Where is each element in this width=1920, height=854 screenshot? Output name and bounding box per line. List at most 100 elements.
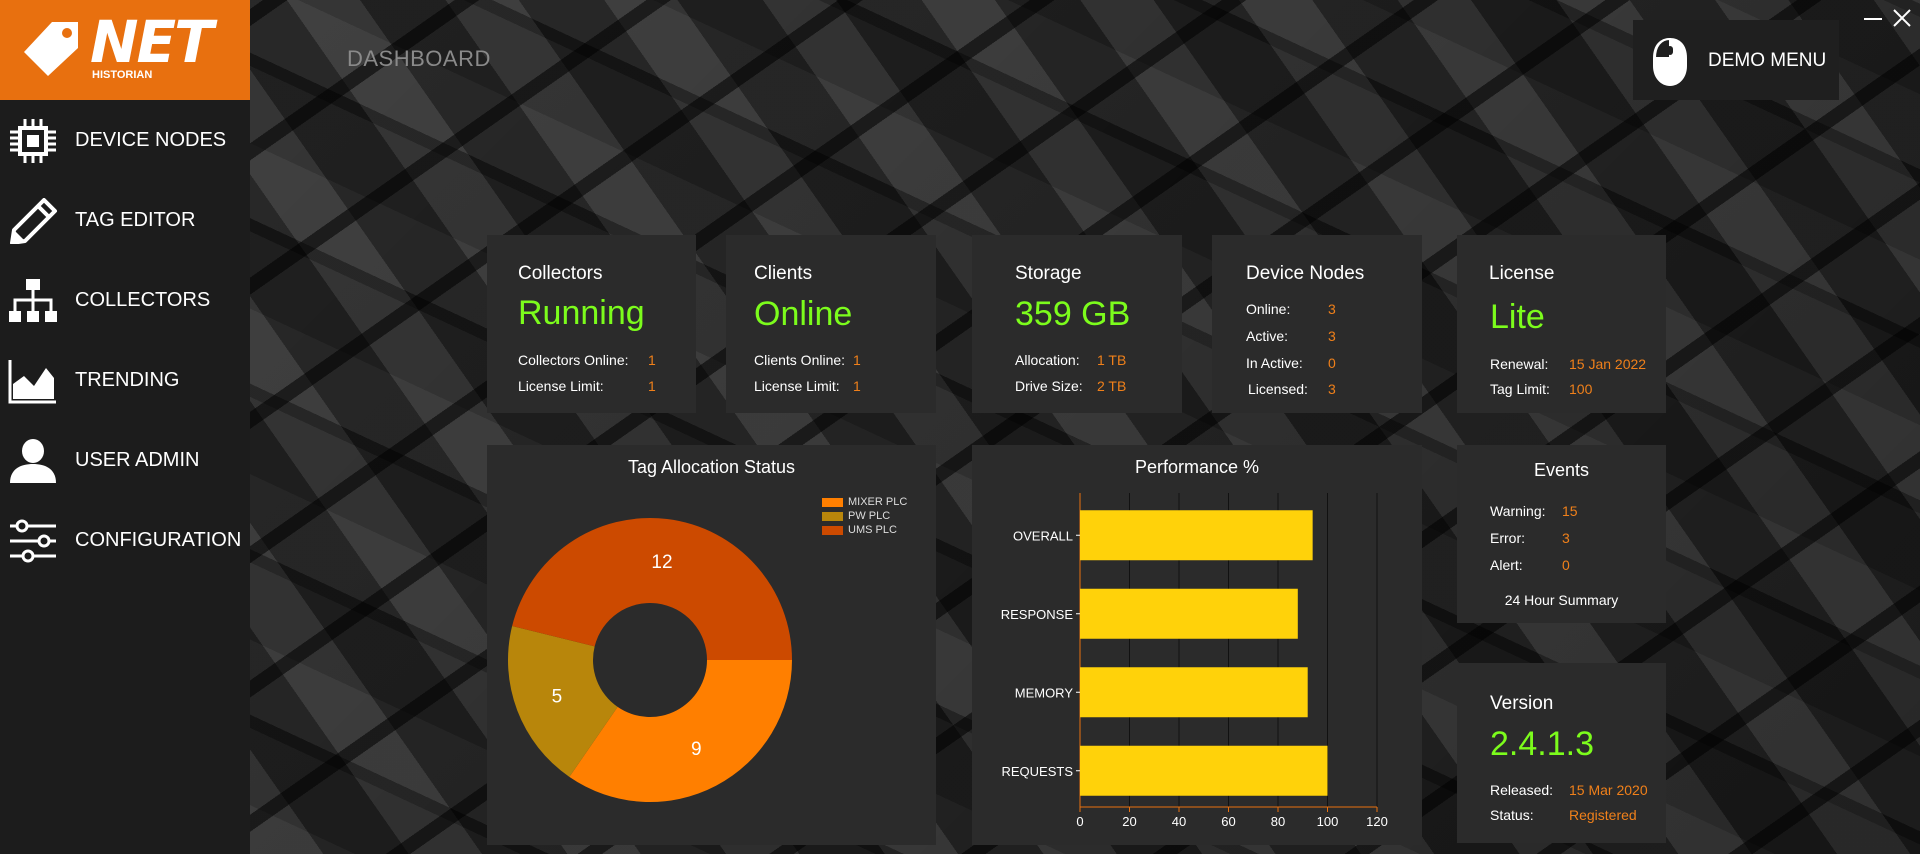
bar [1080, 510, 1313, 561]
slice-value-label: 12 [651, 552, 672, 573]
user-icon [10, 439, 56, 483]
row-label: Collectors Online: [518, 352, 629, 368]
row-value: Registered [1569, 807, 1637, 823]
sidebar: NET HISTORIAN DEVICE NODES TAG EDITOR CO… [0, 0, 250, 854]
row-value: 3 [1328, 301, 1336, 317]
row-value: 15 Jan 2022 [1569, 356, 1647, 372]
sidebar-item-label: TAG EDITOR [75, 208, 196, 231]
x-tick-label: 0 [1076, 814, 1083, 829]
sidebar-item-label: COLLECTORS [75, 288, 211, 311]
row-label: Warning: [1490, 503, 1546, 519]
row-label: Renewal: [1490, 356, 1549, 372]
card-title: Device Nodes [1246, 263, 1365, 284]
logo-text: NET [90, 8, 214, 76]
performance-card: Performance % 0 20 40 60 80 100 120 OVERALL RESP… [972, 445, 1422, 845]
sidebar-item-label: CONFIGURATION [75, 528, 242, 551]
x-tick-label: 120 [1366, 814, 1388, 829]
chart-icon [8, 360, 56, 404]
tag-icon [24, 22, 78, 76]
row-value: 1 [853, 378, 861, 394]
bar [1080, 588, 1298, 639]
row-label: Licensed: [1248, 381, 1308, 397]
license-card: License Lite Renewal: 15 Jan 2022 Tag Li… [1457, 235, 1666, 413]
row-label: Drive Size: [1015, 378, 1083, 394]
tag-allocation-card: Tag Allocation Status MIXER PLC PW PLC UMS… [487, 445, 936, 845]
close-icon[interactable] [1890, 6, 1914, 30]
clients-status: Online [754, 295, 853, 333]
pencil-icon [10, 198, 57, 244]
row-label: Active: [1246, 328, 1289, 344]
row-value: 15 [1562, 503, 1578, 519]
sidebar-item-user-admin[interactable]: USER ADMIN [0, 420, 250, 500]
x-tick-label: 80 [1271, 814, 1285, 829]
category-label: OVERALL [1013, 528, 1073, 543]
card-title: Collectors [518, 263, 603, 284]
card-title: Events [1533, 460, 1590, 480]
row-value: 3 [1328, 381, 1336, 397]
donut-slice [569, 660, 792, 802]
row-value: 1 [648, 378, 656, 394]
row-label: Tag Limit: [1490, 381, 1550, 397]
bar-chart: 0 20 40 60 80 100 120 OVERALL RESPONSE MEMORY REQU… [1001, 493, 1388, 829]
card-title: Storage [1015, 263, 1082, 284]
bar [1080, 745, 1328, 796]
version-number: 2.4.1.3 [1490, 725, 1594, 763]
mouse-icon [1653, 37, 1687, 86]
card-title: Clients [754, 263, 813, 284]
card-title: Version [1490, 693, 1554, 714]
storage-used: 359 GB [1015, 295, 1131, 333]
logo[interactable]: NET HISTORIAN [0, 0, 250, 100]
row-label: Clients Online: [754, 352, 846, 368]
events-card: Events Warning: 15 Error: 3 Alert: 0 24 … [1457, 445, 1666, 623]
row-value: 0 [1328, 355, 1336, 371]
row-value: 15 Mar 2020 [1569, 782, 1648, 798]
slice-value-label: 5 [552, 686, 563, 707]
category-label: MEMORY [1015, 685, 1074, 700]
sliders-icon [10, 519, 56, 563]
sidebar-item-collectors[interactable]: COLLECTORS [0, 260, 250, 340]
row-value: 3 [1562, 530, 1570, 546]
row-label: License Limit: [518, 378, 604, 394]
network-icon [9, 279, 57, 322]
sidebar-item-label: DEVICE NODES [75, 128, 227, 151]
device-nodes-card: Device Nodes Online: 3 Active: 3 In Acti… [1212, 235, 1422, 413]
sidebar-item-trending[interactable]: TRENDING [0, 340, 250, 420]
x-tick-label: 40 [1172, 814, 1186, 829]
x-tick-label: 20 [1122, 814, 1136, 829]
clients-card: Clients Online Clients Online: 1 License… [726, 235, 936, 413]
sidebar-item-label: USER ADMIN [75, 448, 200, 471]
sidebar-nav: DEVICE NODES TAG EDITOR COLLECTORS TREND… [0, 100, 250, 580]
events-summary-label: 24 Hour Summary [1504, 592, 1619, 608]
row-label: In Active: [1246, 355, 1303, 371]
row-value: 0 [1562, 557, 1570, 573]
row-label: Released: [1490, 782, 1554, 798]
row-label: Alert: [1490, 557, 1523, 573]
donut-chart: 9 5 12 [508, 518, 792, 802]
collectors-card: Collectors Running Collectors Online: 1 … [487, 235, 696, 413]
row-value: 1 [853, 352, 861, 368]
category-label: RESPONSE [1001, 607, 1074, 622]
page-title: DASHBOARD [347, 46, 491, 71]
license-type: Lite [1490, 298, 1545, 336]
demo-menu-label: DEMO MENU [1708, 50, 1827, 71]
demo-menu-button[interactable]: DEMO MENU [1633, 20, 1839, 100]
sidebar-item-configuration[interactable]: CONFIGURATION [0, 500, 250, 580]
sidebar-item-label: TRENDING [75, 368, 180, 391]
row-label: License Limit: [754, 378, 840, 394]
storage-card: Storage 359 GB Allocation: 1 TB Drive Si… [972, 235, 1182, 413]
row-value: 1 [648, 352, 656, 368]
row-label: Allocation: [1015, 352, 1080, 368]
logo-subtext: HISTORIAN [92, 69, 153, 81]
row-value: 1 TB [1097, 352, 1127, 368]
card-title: License [1489, 263, 1555, 284]
chip-icon [10, 119, 56, 163]
row-value: 3 [1328, 328, 1336, 344]
row-value: 2 TB [1097, 378, 1127, 394]
sidebar-item-device-nodes[interactable]: DEVICE NODES [0, 100, 250, 180]
minimize-button[interactable] [1862, 10, 1884, 24]
collectors-status: Running [518, 294, 645, 332]
row-label: Online: [1246, 301, 1291, 317]
x-tick-label: 100 [1317, 814, 1339, 829]
sidebar-item-tag-editor[interactable]: TAG EDITOR [0, 180, 250, 260]
bar [1080, 667, 1308, 718]
